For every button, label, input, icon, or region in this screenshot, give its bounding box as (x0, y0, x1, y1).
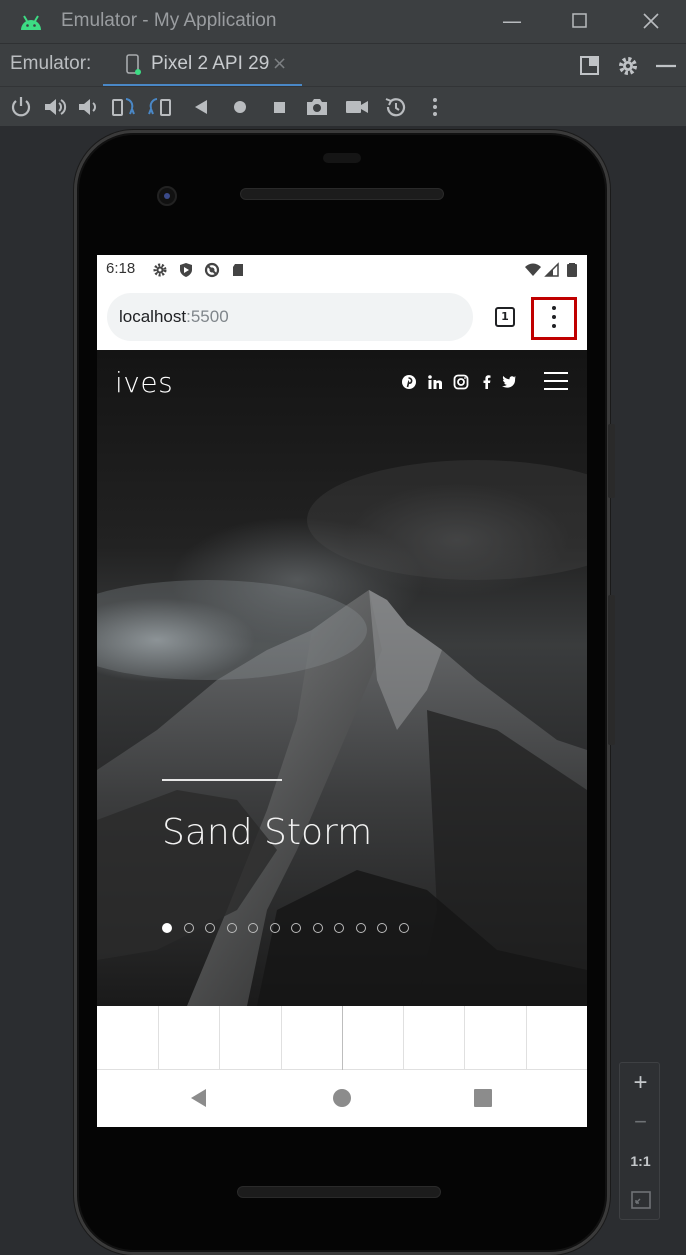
phone-screen: 6:18 localhost:5500 1 ives Sand Storm (97, 255, 587, 1127)
settings-icon (153, 263, 167, 277)
slider-dot[interactable] (377, 923, 387, 933)
thumb-divider (342, 1006, 343, 1070)
android-navbar (97, 1071, 587, 1127)
slide-title: Sand Storm (162, 812, 373, 853)
shield-icon (180, 263, 192, 277)
slider-dot[interactable] (162, 923, 172, 933)
thumb-divider (464, 1006, 465, 1070)
tab-name: Pixel 2 API 29 (151, 53, 270, 74)
home-icon[interactable] (227, 94, 253, 120)
twitter-icon[interactable] (501, 374, 517, 390)
hamburger-menu-icon[interactable] (544, 372, 568, 392)
thumb-divider (403, 1006, 404, 1070)
slider-dot[interactable] (291, 923, 301, 933)
status-time: 6:18 (106, 260, 136, 277)
slider-dot[interactable] (248, 923, 258, 933)
slider-dot[interactable] (355, 923, 366, 933)
bottom-speaker (237, 1186, 441, 1198)
power-side-button[interactable] (608, 424, 615, 498)
close-window-button[interactable] (636, 8, 666, 34)
volume-side-button[interactable] (608, 595, 615, 745)
zoom-out-button[interactable]: − (620, 1109, 661, 1135)
screenshot-icon[interactable] (304, 94, 330, 120)
emulator-toolbar (0, 86, 686, 126)
android-icon (21, 15, 41, 30)
browser-toolbar: localhost:5500 1 (97, 285, 587, 350)
window-titlebar: Emulator - My Application — (0, 0, 686, 43)
maximize-button[interactable] (565, 8, 595, 34)
zoom-actual-button[interactable]: 1:1 (620, 1153, 661, 1169)
device-icon (126, 54, 141, 75)
close-icon (643, 13, 659, 29)
url-bar[interactable]: localhost:5500 (107, 293, 473, 341)
thumbnail-strip (97, 1006, 587, 1070)
facebook-icon[interactable] (479, 374, 495, 390)
thumb-divider (281, 1006, 282, 1070)
volume-up-icon[interactable] (42, 94, 68, 120)
more-vert-icon (552, 306, 556, 310)
layout-icon[interactable] (578, 54, 602, 78)
gear-icon[interactable] (616, 54, 640, 78)
status-bar: 6:18 (97, 255, 587, 285)
tab-switcher-button[interactable]: 1 (495, 307, 515, 327)
slider-dot[interactable] (205, 923, 215, 933)
wifi-icon (525, 263, 541, 276)
screenrecord-icon[interactable] (344, 94, 370, 120)
nav-back-icon[interactable] (188, 1087, 210, 1109)
signal-icon (544, 262, 559, 277)
rotate-left-icon[interactable] (110, 94, 136, 120)
thumb-divider (158, 1006, 159, 1070)
emulator-label: Emulator: (10, 53, 92, 74)
zoom-in-button[interactable]: + (620, 1069, 661, 1097)
tab-pixel2[interactable]: Pixel 2 API 29 × (103, 44, 302, 87)
fit-screen-icon[interactable] (631, 1191, 651, 1209)
slider-dot[interactable] (269, 923, 280, 933)
title-rule (162, 779, 282, 781)
rotate-right-icon[interactable] (148, 94, 174, 120)
hide-icon[interactable] (654, 54, 678, 78)
thumb-divider (219, 1006, 220, 1070)
slider-dot[interactable] (226, 923, 237, 933)
url-text: localhost:5500 (119, 307, 229, 327)
nav-home-icon[interactable] (331, 1087, 353, 1109)
instagram-icon[interactable] (453, 374, 469, 390)
sd-card-icon (233, 264, 243, 276)
url-port: :5500 (186, 307, 229, 326)
thumb-divider (526, 1006, 527, 1070)
top-sensor (323, 153, 361, 163)
slider-dot[interactable] (398, 923, 409, 933)
emulator-tabbar: Emulator: Pixel 2 API 29 × (0, 43, 686, 87)
tab-close-icon[interactable]: × (272, 53, 287, 74)
minimize-button[interactable]: — (497, 8, 527, 34)
snapshot-icon[interactable] (383, 94, 409, 120)
linkedin-icon[interactable] (427, 374, 443, 390)
maximize-icon (572, 13, 587, 28)
zoom-panel: + − 1:1 (619, 1062, 660, 1220)
window-title: Emulator - My Application (61, 10, 277, 31)
front-camera (157, 186, 177, 206)
slider-dot[interactable] (183, 923, 194, 933)
mountain-image (97, 460, 587, 1006)
slider-dot[interactable] (312, 923, 323, 933)
data-saver-icon (204, 262, 220, 278)
back-icon[interactable] (188, 94, 214, 120)
site-logo[interactable]: ives (115, 366, 173, 399)
more-icon[interactable] (422, 94, 448, 120)
nav-overview-icon[interactable] (472, 1087, 494, 1109)
volume-down-icon[interactable] (76, 94, 102, 120)
url-host: localhost (119, 307, 187, 326)
pinterest-icon[interactable] (401, 374, 417, 390)
slider-dot[interactable] (334, 923, 344, 933)
overview-icon[interactable] (266, 94, 292, 120)
hero-slider: ives Sand Storm (97, 350, 587, 1006)
power-icon[interactable] (8, 94, 34, 120)
battery-icon (567, 263, 577, 277)
earpiece-speaker (240, 188, 444, 200)
browser-menu-button[interactable] (531, 297, 577, 340)
